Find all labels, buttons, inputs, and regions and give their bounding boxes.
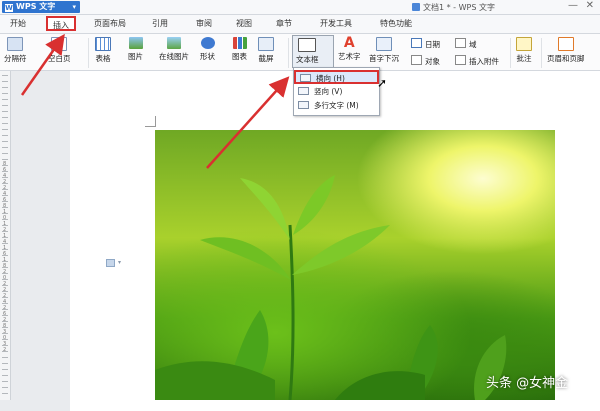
insert-attachment-label: 插入附件 xyxy=(469,57,499,66)
blank-page-icon xyxy=(51,37,68,51)
ribbon-separator xyxy=(288,38,289,68)
mouse-cursor-icon: ➚ xyxy=(377,76,388,90)
textbox-label: 文本框 xyxy=(296,55,319,64)
document-title-text: 文档1 * - WPS 文字 xyxy=(423,3,495,12)
object-icon xyxy=(411,55,422,65)
textbox-horizontal-item[interactable]: 横向 (H) xyxy=(294,70,379,84)
calendar-icon xyxy=(411,38,422,48)
tea-leaves-photo[interactable] xyxy=(155,130,555,400)
chevron-down-icon: ▾ xyxy=(118,259,122,266)
header-footer-label: 页眉和页脚 xyxy=(547,54,585,63)
textbox-dropdown-menu: 横向 (H) 竖向 (V) 多行文字 (M) xyxy=(293,67,380,116)
tab-section[interactable]: 章节 xyxy=(276,18,292,29)
multiline-text-icon xyxy=(298,101,309,109)
tab-insert[interactable]: 插入 xyxy=(46,16,76,31)
online-picture-button[interactable]: 在线图片 xyxy=(159,37,189,62)
tea-plant-drawing xyxy=(155,175,507,400)
shapes-icon xyxy=(200,37,215,49)
tab-home[interactable]: 开始 xyxy=(10,18,26,29)
blank-page-button[interactable]: 空白页 xyxy=(48,37,71,64)
shapes-label: 形状 xyxy=(200,52,215,61)
online-picture-label: 在线图片 xyxy=(159,52,189,61)
textbox-icon xyxy=(298,38,317,52)
comment-label: 批注 xyxy=(516,54,532,63)
page-margin-corner xyxy=(145,116,156,127)
drop-cap-icon xyxy=(376,37,392,51)
screenshot-label: 截屏 xyxy=(258,54,274,63)
tab-developer[interactable]: 开发工具 xyxy=(320,18,352,29)
ruler-numbers: 8 6 4 2 2 4 6 8 10 12 14 16 18 20 22 24 … xyxy=(3,161,7,353)
title-bar: W WPS 文字 ▾ 文档1 * - WPS 文字 — ✕ xyxy=(0,0,600,15)
header-footer-icon xyxy=(557,37,574,51)
screenshot-icon xyxy=(258,37,274,51)
tab-review[interactable]: 审阅 xyxy=(196,18,212,29)
shapes-button[interactable]: 形状 xyxy=(200,37,215,62)
document-icon xyxy=(412,3,420,11)
table-button[interactable]: 表格 xyxy=(95,37,111,64)
textbox-vertical-item[interactable]: 竖向 (V) xyxy=(294,85,379,99)
comment-icon xyxy=(516,37,532,51)
screenshot-button[interactable]: 截屏 xyxy=(258,37,274,64)
drop-cap-label: 首字下沉 xyxy=(369,54,399,63)
watermark-text: 头条 @女神金 xyxy=(486,376,569,391)
app-name: WPS 文字 xyxy=(16,2,56,11)
textbox-multiline-item[interactable]: 多行文字 (M) xyxy=(294,99,379,113)
picture-label: 图片 xyxy=(128,52,143,61)
document-title: 文档1 * - WPS 文字 xyxy=(412,2,495,13)
textbox-button[interactable]: 文本框 xyxy=(292,35,334,68)
horizontal-text-icon xyxy=(300,74,311,82)
chevron-down-icon: ▾ xyxy=(72,3,76,11)
tab-page-layout[interactable]: 页面布局 xyxy=(94,18,126,29)
menu-item-label: 横向 (H) xyxy=(316,74,345,83)
header-footer-button[interactable]: 页眉和页脚 xyxy=(547,37,585,64)
ribbon-separator xyxy=(541,38,542,68)
comment-button[interactable]: 批注 xyxy=(516,37,532,64)
date-button[interactable]: 日期 xyxy=(411,38,440,50)
picture-icon xyxy=(128,37,143,49)
tab-special-features[interactable]: 特色功能 xyxy=(380,18,412,29)
insert-attachment-button[interactable]: 插入附件 xyxy=(455,55,499,67)
online-picture-icon xyxy=(167,37,181,49)
wordart-button[interactable]: A 艺术字 xyxy=(338,35,361,62)
table-label: 表格 xyxy=(95,54,111,63)
menu-item-label: 多行文字 (M) xyxy=(314,101,359,110)
menu-bar: 开始 插入 页面布局 引用 审阅 视图 章节 开发工具 特色功能 xyxy=(0,15,600,34)
close-icon[interactable]: ✕ xyxy=(586,0,594,11)
chart-button[interactable]: 图表 xyxy=(232,37,247,62)
app-menu-button[interactable]: W WPS 文字 ▾ xyxy=(2,1,80,13)
wps-logo-icon: W xyxy=(5,4,13,12)
menu-item-label: 竖向 (V) xyxy=(314,87,343,96)
insert-ribbon: 分隔符 空白页 表格 图片 在线图片 形状 图表 截屏 文本框 A 艺术字 首字… xyxy=(0,34,600,71)
vertical-text-icon xyxy=(298,87,309,95)
page-break-icon xyxy=(7,37,24,51)
wordart-icon: A xyxy=(343,35,355,51)
minimize-icon[interactable]: — xyxy=(568,0,578,11)
field-icon xyxy=(455,38,466,48)
tab-references[interactable]: 引用 xyxy=(152,18,168,29)
object-button[interactable]: 对象 xyxy=(411,55,440,67)
picture-button[interactable]: 图片 xyxy=(128,37,143,62)
ribbon-separator xyxy=(510,38,511,68)
paragraph-layout-icon[interactable] xyxy=(106,259,115,267)
blank-page-label: 空白页 xyxy=(48,54,71,63)
date-label: 日期 xyxy=(425,40,440,49)
chart-label: 图表 xyxy=(232,52,247,61)
page-break-label: 分隔符 xyxy=(4,54,27,63)
attachment-icon xyxy=(455,55,466,65)
page-break-button[interactable]: 分隔符 xyxy=(4,37,27,64)
wordart-label: 艺术字 xyxy=(338,52,361,61)
chart-icon xyxy=(232,37,247,49)
vertical-ruler: 8 6 4 2 2 4 6 8 10 12 14 16 18 20 22 24 … xyxy=(0,71,11,400)
table-icon xyxy=(95,37,111,51)
field-button[interactable]: 域 xyxy=(455,38,477,50)
tab-view[interactable]: 视图 xyxy=(236,18,252,29)
textbox-button-content: 文本框 xyxy=(296,38,319,65)
field-label: 域 xyxy=(469,40,477,49)
drop-cap-button[interactable]: 首字下沉 xyxy=(369,37,399,64)
ribbon-separator xyxy=(88,38,89,68)
object-label: 对象 xyxy=(425,57,440,66)
